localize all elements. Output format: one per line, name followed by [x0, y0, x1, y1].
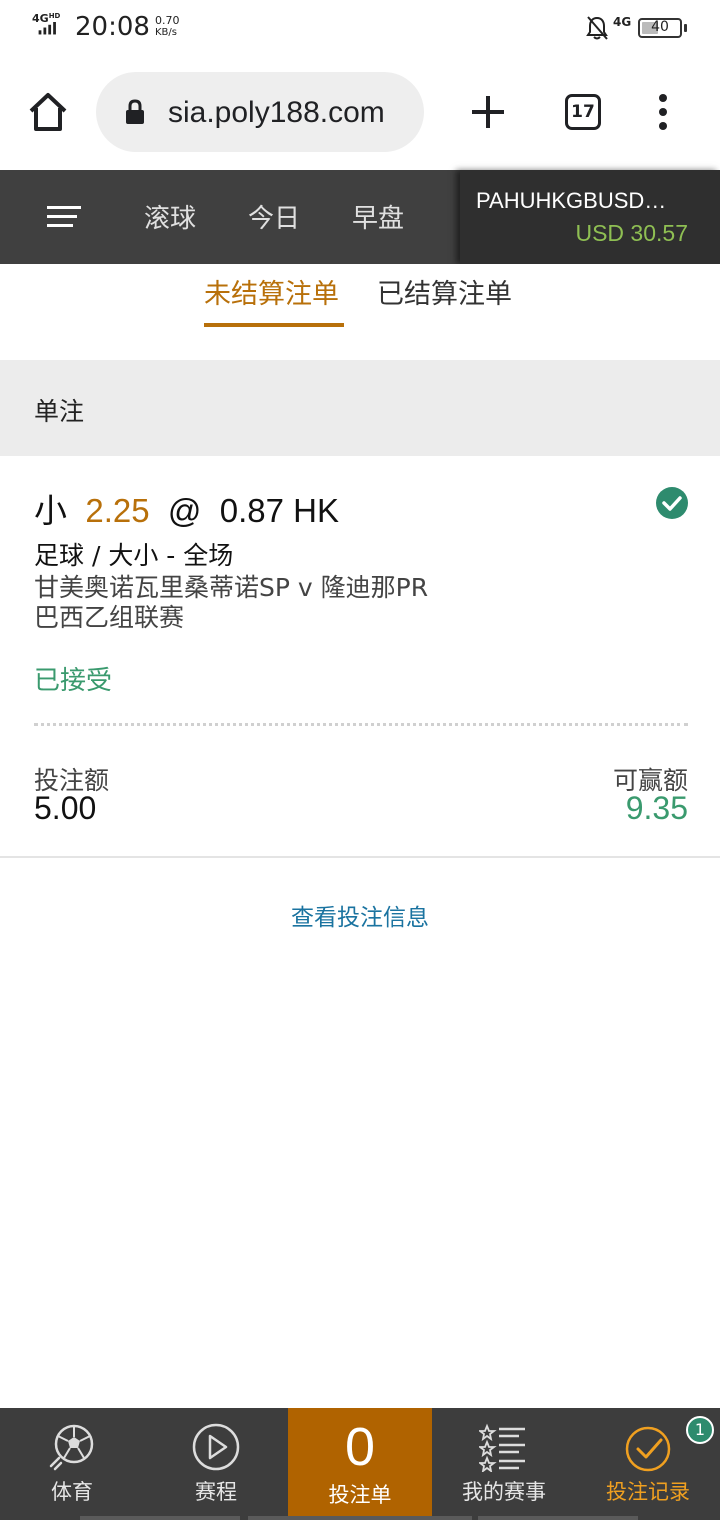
mobile-data-indicator: 4G [613, 15, 632, 29]
play-circle-icon [192, 1423, 240, 1471]
at-symbol: @ [167, 492, 202, 529]
network-speed: 0.70 KB/s [155, 14, 180, 39]
clock: 20:08 [75, 12, 150, 42]
bottom-nav-bet-records[interactable]: 1 投注记录 [576, 1408, 720, 1520]
gesture-bar-segment [248, 1516, 472, 1520]
account-panel[interactable]: PAHUHKGBUSD… USD 30.57 [460, 170, 720, 264]
bottom-nav-label: 投注记录 [606, 1480, 690, 1504]
battery-icon: 40 [638, 18, 682, 38]
bottom-nav-betslip[interactable]: 0 投注单 [288, 1408, 432, 1520]
potential-win-value: 9.35 [625, 790, 688, 826]
bet-league: 巴西乙组联赛 [34, 603, 185, 632]
hamburger-menu-icon[interactable] [47, 204, 81, 230]
betslip-count: 0 [344, 1417, 376, 1477]
bottom-nav-label: 体育 [51, 1480, 93, 1504]
star-list-icon [479, 1423, 525, 1472]
tab-unsettled[interactable]: 未结算注单 [204, 272, 339, 311]
status-bar: 4GHD 20:08 0.70 KB/s 4G 40 [0, 0, 720, 58]
gesture-bar-segment [478, 1516, 638, 1520]
stake-value: 5.00 [34, 790, 97, 826]
url-text: sia.poly188.com [168, 96, 385, 129]
check-circle-icon [656, 487, 688, 519]
nav-tab-live[interactable]: 滚球 [144, 198, 196, 235]
bet-status-tabs: 未结算注单 已结算注单 [0, 264, 720, 360]
bottom-nav: 体育 赛程 0 投注单 我的赛事 1 投注记录 [0, 1408, 720, 1520]
section-header: 单注 [0, 360, 720, 456]
handicap-value: 2.25 [85, 492, 150, 529]
bet-status: 已接受 [34, 666, 113, 696]
records-badge: 1 [686, 1416, 714, 1444]
selection-name: 小 [34, 492, 67, 529]
check-circle-outline-icon [625, 1426, 671, 1472]
account-name: PAHUHKGBUSD… [476, 188, 667, 213]
bottom-nav-schedule[interactable]: 赛程 [144, 1408, 288, 1520]
soccer-ball-icon [49, 1424, 94, 1471]
signal-icon [38, 22, 56, 35]
browser-toolbar: sia.poly188.com 17 [0, 58, 720, 170]
bottom-nav-my-events[interactable]: 我的赛事 [432, 1408, 576, 1520]
active-tab-indicator [204, 323, 344, 327]
more-menu-icon[interactable] [648, 90, 678, 134]
tab-settled[interactable]: 已结算注单 [377, 272, 512, 311]
account-balance: USD 30.57 [575, 220, 688, 246]
section-title: 单注 [34, 397, 85, 426]
bell-muted-icon [586, 16, 608, 40]
bottom-nav-label: 我的赛事 [462, 1480, 546, 1504]
view-bet-info-link[interactable]: 查看投注信息 [0, 898, 720, 932]
bet-market: 足球 / 大小 - 全场 [34, 541, 234, 570]
site-nav: 滚球 今日 早盘 PAHUHKGBUSD… USD 30.57 [0, 170, 720, 264]
nav-tab-early[interactable]: 早盘 [352, 198, 404, 235]
home-icon[interactable] [26, 90, 70, 134]
bottom-nav-label: 投注单 [328, 1483, 392, 1507]
battery-tip [684, 24, 687, 32]
new-tab-icon[interactable] [466, 90, 510, 134]
tab-switcher-button[interactable]: 17 [565, 94, 601, 130]
bet-card: 小 2.25 @ 0.87 HK 足球 / 大小 - 全场 甘美奥诺瓦里桑蒂诺S… [0, 456, 720, 858]
address-bar[interactable]: sia.poly188.com [96, 72, 424, 152]
bet-selection: 小 2.25 @ 0.87 HK [34, 484, 339, 532]
odds-value: 0.87 HK [219, 492, 340, 529]
nav-tab-today[interactable]: 今日 [248, 198, 300, 235]
bottom-nav-label: 赛程 [195, 1480, 237, 1504]
gesture-bar-segment [80, 1516, 240, 1520]
dotted-divider [34, 723, 688, 726]
bottom-nav-sports[interactable]: 体育 [0, 1408, 144, 1520]
lock-icon [126, 99, 144, 124]
